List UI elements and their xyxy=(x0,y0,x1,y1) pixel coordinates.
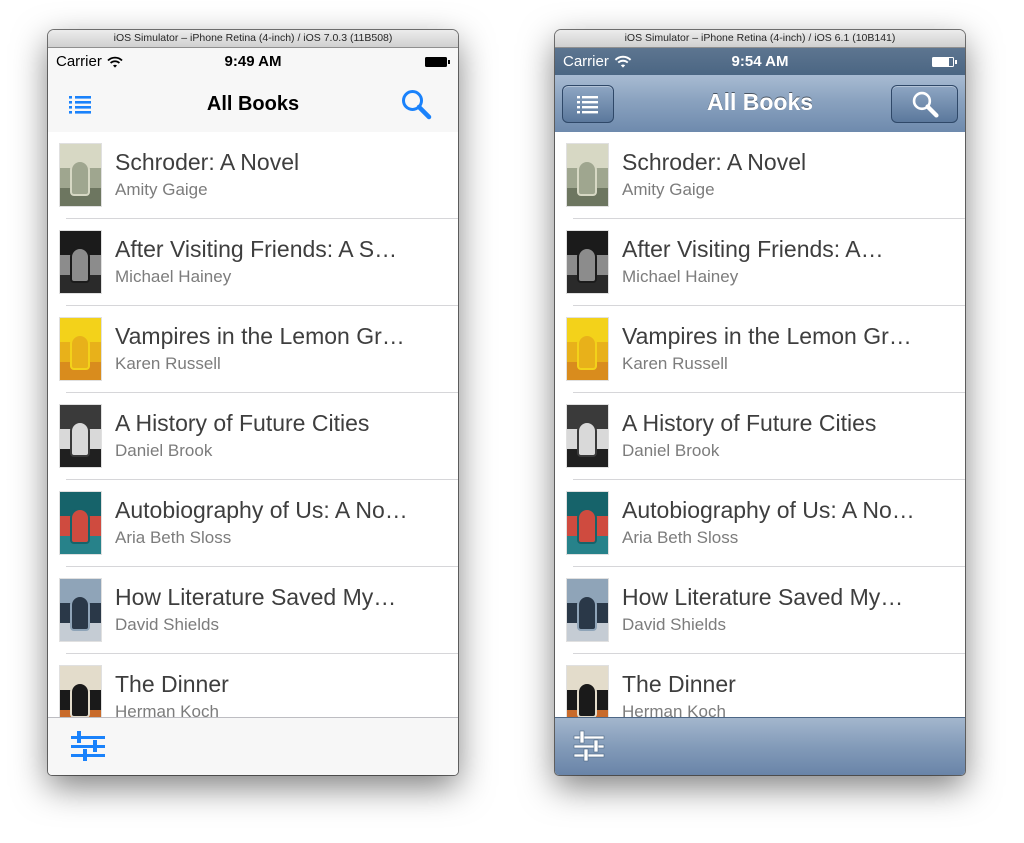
book-title: The Dinner xyxy=(622,671,736,697)
book-author: David Shields xyxy=(115,615,219,634)
ios6-simulator-window: iOS Simulator – iPhone Retina (4-inch) /… xyxy=(555,30,965,775)
search-button[interactable] xyxy=(400,88,432,120)
bottom-toolbar xyxy=(555,717,965,775)
book-row[interactable]: A History of Future Cities Daniel Brook xyxy=(48,393,458,480)
ios7-simulator-window: iOS Simulator – iPhone Retina (4-inch) /… xyxy=(48,30,458,775)
book-cover xyxy=(60,492,101,554)
book-author: Amity Gaige xyxy=(622,180,715,199)
book-title: After Visiting Friends: A… xyxy=(622,236,884,262)
simulator-title: iOS Simulator – iPhone Retina (4-inch) /… xyxy=(555,30,965,48)
book-title: A History of Future Cities xyxy=(622,410,877,436)
book-title: A History of Future Cities xyxy=(115,410,370,436)
status-time: 9:49 AM xyxy=(224,53,282,70)
book-author: Karen Russell xyxy=(622,354,728,373)
book-cover xyxy=(567,579,608,641)
book-list: Schroder: A Novel Amity Gaige After Visi… xyxy=(48,132,458,718)
book-row[interactable]: After Visiting Friends: A S… Michael Hai… xyxy=(48,219,458,306)
book-row[interactable]: Vampires in the Lemon Gr… Karen Russell xyxy=(555,306,965,393)
search-button[interactable] xyxy=(891,85,958,123)
battery-icon xyxy=(425,57,450,67)
book-row[interactable]: Autobiography of Us: A No… Aria Beth Slo… xyxy=(48,480,458,567)
book-author: Michael Hainey xyxy=(622,267,739,286)
book-cover xyxy=(567,405,608,467)
book-row[interactable]: A History of Future Cities Daniel Brook xyxy=(555,393,965,480)
book-author: Aria Beth Sloss xyxy=(622,528,739,547)
book-row[interactable]: The Dinner Herman Koch xyxy=(48,654,458,718)
book-author: Herman Koch xyxy=(622,702,726,718)
book-cover xyxy=(567,666,608,718)
book-title: Autobiography of Us: A No… xyxy=(115,497,408,523)
book-cover xyxy=(567,318,608,380)
sliders-icon xyxy=(71,731,105,761)
book-list: Schroder: A Novel Amity Gaige After Visi… xyxy=(555,132,965,718)
book-row[interactable]: Vampires in the Lemon Gr… Karen Russell xyxy=(48,306,458,393)
search-icon xyxy=(402,90,432,120)
book-title: How Literature Saved My… xyxy=(622,584,904,610)
sliders-icon xyxy=(573,730,605,762)
bottom-toolbar xyxy=(48,717,458,775)
book-title: Schroder: A Novel xyxy=(115,149,300,175)
filter-button[interactable] xyxy=(572,729,610,763)
book-author: Michael Hainey xyxy=(115,267,232,286)
book-author: Karen Russell xyxy=(115,354,221,373)
book-cover xyxy=(567,231,608,293)
book-row[interactable]: Schroder: A Novel Amity Gaige xyxy=(555,132,965,219)
book-title: Schroder: A Novel xyxy=(622,149,807,175)
book-title: How Literature Saved My… xyxy=(115,584,397,610)
book-cover xyxy=(567,144,608,206)
book-row[interactable]: The Dinner Herman Koch xyxy=(555,654,965,718)
book-title: Vampires in the Lemon Gr… xyxy=(115,323,405,349)
simulator-title: iOS Simulator – iPhone Retina (4-inch) /… xyxy=(48,30,458,48)
book-title: After Visiting Friends: A S… xyxy=(115,236,398,262)
book-row[interactable]: How Literature Saved My… David Shields xyxy=(48,567,458,654)
book-cover xyxy=(60,579,101,641)
book-row[interactable]: Autobiography of Us: A No… Aria Beth Slo… xyxy=(555,480,965,567)
navigation-bar: All Books xyxy=(48,75,458,133)
status-bar: Carrier 9:49 AM xyxy=(48,48,458,75)
status-bar: Carrier 9:54 AM xyxy=(555,48,965,75)
book-row[interactable]: After Visiting Friends: A… Michael Haine… xyxy=(555,219,965,306)
book-author: Aria Beth Sloss xyxy=(115,528,232,547)
filter-button[interactable] xyxy=(69,729,107,763)
book-author: David Shields xyxy=(622,615,726,634)
battery-icon xyxy=(932,57,957,67)
book-title: The Dinner xyxy=(115,671,229,697)
book-title: Vampires in the Lemon Gr… xyxy=(622,323,912,349)
book-cover xyxy=(60,144,101,206)
book-row[interactable]: Schroder: A Novel Amity Gaige xyxy=(48,132,458,219)
book-cover xyxy=(60,318,101,380)
status-time: 9:54 AM xyxy=(731,53,789,70)
navigation-bar: All Books xyxy=(555,75,965,133)
book-cover xyxy=(60,231,101,293)
book-author: Daniel Brook xyxy=(115,441,213,460)
book-title: Autobiography of Us: A No… xyxy=(622,497,915,523)
book-author: Herman Koch xyxy=(115,702,219,718)
book-cover xyxy=(60,666,101,718)
book-cover xyxy=(567,492,608,554)
book-cover xyxy=(60,405,101,467)
book-row[interactable]: How Literature Saved My… David Shields xyxy=(555,567,965,654)
nav-title: All Books xyxy=(206,93,300,115)
search-icon xyxy=(912,91,939,118)
book-author: Daniel Brook xyxy=(622,441,720,460)
book-author: Amity Gaige xyxy=(115,180,208,199)
